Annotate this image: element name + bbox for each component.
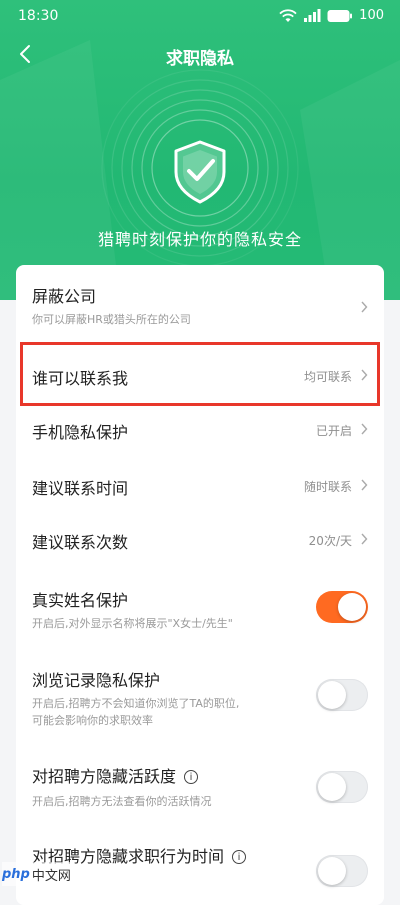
setting-title: 真实姓名保护 [32, 591, 129, 610]
setting-contact-time[interactable]: 建议联系时间 随时联系 [16, 461, 384, 517]
toggle-knob [338, 593, 366, 621]
watermark: php 中文网 [2, 862, 75, 886]
shield-check-icon [174, 140, 226, 204]
real-name-toggle[interactable] [316, 591, 368, 623]
chevron-right-icon [361, 301, 368, 313]
setting-value: 均可联系 [303, 370, 352, 384]
settings-card: 屏蔽公司 你可以屏蔽HR或猎头所在的公司 谁可以联系我 均可联系 手机隐私保护 … [16, 265, 384, 905]
setting-subtitle: 你可以屏蔽HR或猎头所在的公司 [32, 313, 191, 326]
setting-title: 浏览记录隐私保护 [32, 671, 161, 690]
setting-subtitle-line2: 可能会影响你的求职效率 [32, 714, 153, 727]
page-title: 求职隐私 [166, 49, 234, 69]
status-time: 18:30 [18, 8, 59, 24]
status-bar: 18:30 100 [0, 0, 400, 34]
wifi-icon [279, 8, 297, 22]
chevron-right-icon [361, 479, 368, 491]
setting-real-name: 真实姓名保护 开启后,对外显示名称将展示"X女士/先生" [16, 573, 384, 645]
toggle-knob [318, 773, 346, 801]
setting-value: 20次/天 [308, 534, 352, 548]
hide-behavior-time-toggle[interactable] [316, 855, 368, 887]
info-icon[interactable]: i [184, 770, 199, 784]
setting-title: 建议联系次数 [32, 533, 129, 552]
setting-who-can-contact[interactable]: 谁可以联系我 均可联系 [16, 345, 384, 405]
setting-title: 谁可以联系我 [32, 369, 129, 388]
info-icon[interactable]: i [232, 850, 247, 864]
watermark-logo: php [2, 866, 30, 882]
shield-badge [140, 104, 260, 224]
hero-caption: 猎聘时刻保护你的隐私安全 [97, 230, 302, 249]
hero-banner: 18:30 100 求职隐私 猎聘时刻保护你的隐私安全 [0, 0, 400, 300]
setting-title: 手机隐私保护 [32, 423, 129, 442]
setting-value: 已开启 [315, 424, 352, 438]
battery-level: 100 [359, 8, 384, 23]
signal-icon [304, 8, 321, 22]
status-icons: 100 [279, 8, 384, 23]
setting-hide-activity: 对招聘方隐藏活跃度 i 开启后,招聘方无法查看你的活跃情况 [16, 745, 384, 817]
setting-title-text: 对招聘方隐藏活跃度 [32, 767, 177, 786]
setting-value: 随时联系 [303, 480, 352, 494]
setting-title: 屏蔽公司 [32, 287, 97, 306]
setting-title: 建议联系时间 [32, 479, 129, 498]
chevron-right-icon [361, 423, 368, 435]
toggle-knob [318, 857, 346, 885]
hide-activity-toggle[interactable] [316, 771, 368, 803]
setting-subtitle: 开启后,招聘方无法查看你的活跃情况 [32, 795, 212, 808]
setting-title: 对招聘方隐藏活跃度 i [32, 763, 199, 787]
chevron-right-icon [361, 533, 368, 545]
chevron-right-icon [361, 369, 368, 381]
battery-icon [327, 9, 353, 22]
browse-record-toggle[interactable] [316, 679, 368, 711]
setting-phone-privacy[interactable]: 手机隐私保护 已开启 [16, 405, 384, 461]
setting-contact-count[interactable]: 建议联系次数 20次/天 [16, 517, 384, 573]
setting-subtitle: 开启后,对外显示名称将展示"X女士/先生" [32, 617, 233, 630]
watermark-text: 中文网 [31, 868, 71, 884]
setting-subtitle: 开启后,招聘方不会知道你浏览了TA的职位, [32, 697, 240, 710]
setting-block-company[interactable]: 屏蔽公司 你可以屏蔽HR或猎头所在的公司 [16, 265, 384, 339]
toggle-knob [318, 681, 346, 709]
setting-browse-record: 浏览记录隐私保护 开启后,招聘方不会知道你浏览了TA的职位, 可能会影响你的求职… [16, 653, 384, 741]
